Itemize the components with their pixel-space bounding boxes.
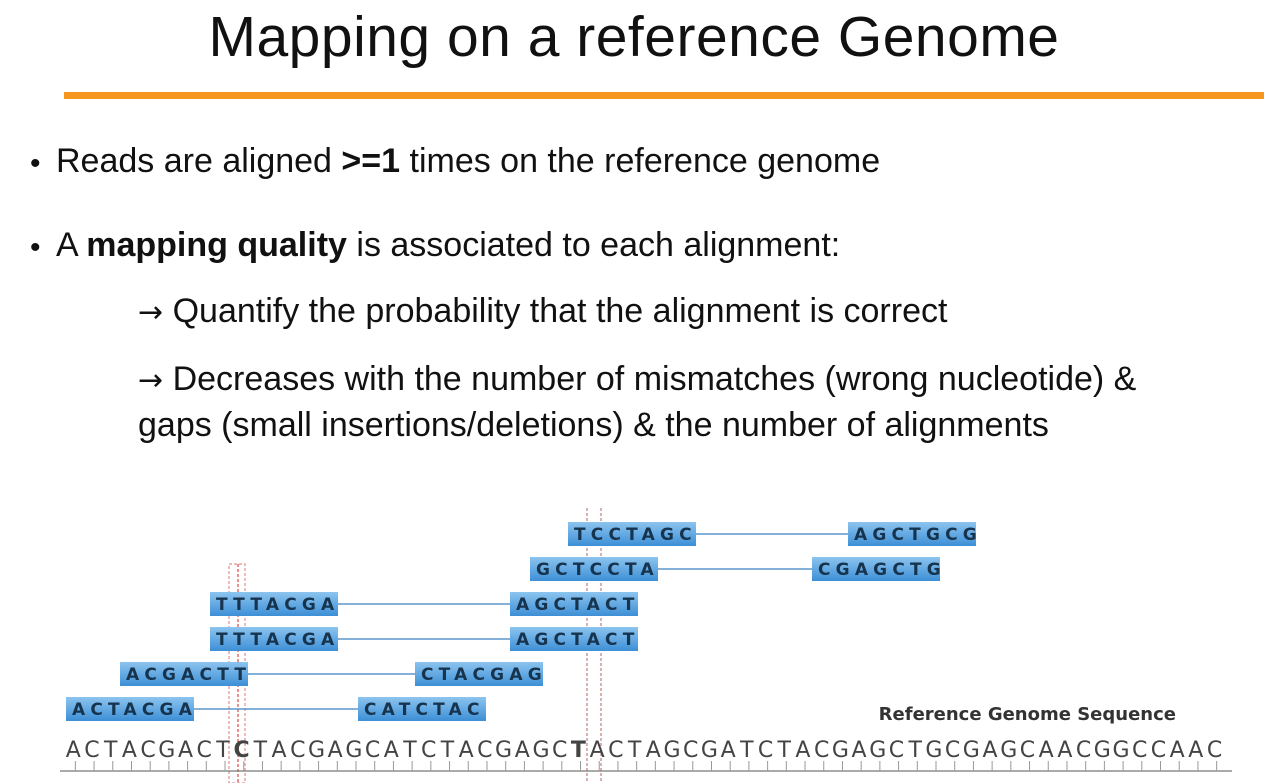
read-sequence: TTTACGA: [216, 630, 339, 650]
read-sequence: AGCTACT: [516, 595, 640, 615]
reference-base: T: [739, 738, 758, 763]
reference-base: C: [1151, 738, 1171, 763]
title-underline: [64, 92, 1264, 99]
reference-base: C: [197, 738, 217, 763]
reference-base: A: [983, 738, 1002, 763]
reference-base: C: [1207, 738, 1227, 763]
reference-base: A: [122, 738, 141, 763]
reference-base: A: [459, 738, 478, 763]
reference-base: A: [852, 738, 871, 763]
bullet-marker: •: [30, 147, 41, 180]
reference-base: G: [495, 738, 516, 763]
reference-base: C: [683, 738, 703, 763]
page-title: Mapping on a reference Genome: [208, 5, 1060, 69]
reference-base: G: [832, 738, 853, 763]
reference-base: A: [795, 738, 814, 763]
read-sequence: ACGACTT: [126, 665, 251, 685]
reference-base: T: [215, 738, 234, 763]
reference-base: A: [384, 738, 403, 763]
reference-base: A: [646, 738, 665, 763]
reference-base: A: [515, 738, 534, 763]
read-sequence: CGAGCTG: [818, 560, 946, 580]
reference-base: T: [907, 738, 926, 763]
reference-base: A: [328, 738, 347, 763]
reference-base: A: [721, 738, 740, 763]
reference-base: G: [869, 738, 890, 763]
reference-base: C: [945, 738, 965, 763]
sub-bullet-decreases-cont: gaps (small insertions/deletions) & the …: [138, 406, 1049, 444]
read-alignment-diagram: TCCTAGC AGCTGCGGCTCCTA CGAGCTGTTTACGA AGCTA…: [60, 508, 1232, 783]
right-arrow-icon: →: [138, 295, 164, 330]
reference-base: A: [1170, 738, 1189, 763]
reference-base: T: [103, 738, 122, 763]
reference-base: A: [1039, 738, 1058, 763]
reference-base: G: [701, 738, 722, 763]
read-sequence: ACTACGA: [72, 700, 197, 720]
reference-base: A: [272, 738, 291, 763]
bullet-mapping-quality: A mapping quality is associated to each …: [56, 226, 841, 264]
reference-base: G: [925, 738, 946, 763]
reference-base: C: [889, 738, 909, 763]
read-sequence: CTACGAG: [421, 665, 547, 685]
reference-base: G: [963, 738, 984, 763]
reference-base: C: [552, 738, 572, 763]
reference-base: C: [140, 738, 160, 763]
reference-base: C: [1020, 738, 1040, 763]
reference-base: G: [532, 738, 553, 763]
reference-base: A: [590, 738, 609, 763]
read-sequence: CATCTAC: [364, 700, 485, 720]
reference-base: G: [158, 738, 179, 763]
read-sequence: TCCTAGC: [574, 525, 697, 545]
reference-base: C: [1076, 738, 1096, 763]
reference-label: Reference Genome Sequence: [879, 704, 1176, 725]
reference-base: A: [178, 738, 197, 763]
reference-base: G: [663, 738, 684, 763]
reference-base: T: [402, 738, 421, 763]
reference-base: A: [1057, 738, 1076, 763]
reference-base: C: [84, 738, 104, 763]
sub-bullet-quantify: → Quantify the probability that the alig…: [138, 292, 948, 330]
read-sequence: AGCTACT: [516, 630, 640, 650]
reference-base: A: [1188, 738, 1207, 763]
reference-base: T: [253, 738, 272, 763]
reference-base: G: [308, 738, 329, 763]
reference-base: C: [365, 738, 385, 763]
reference-base: C: [477, 738, 497, 763]
sub-bullet-decreases: → Decreases with the number of mismatche…: [138, 360, 1137, 398]
reference-base: A: [66, 738, 85, 763]
reference-base: C: [290, 738, 310, 763]
read-sequence: AGCTGCG: [854, 525, 982, 545]
reference-base: G: [345, 738, 366, 763]
reference-base: G: [1000, 738, 1021, 763]
reference-base: C: [234, 738, 254, 763]
bullet-aligned-times: Reads are aligned >=1 times on the refer…: [56, 142, 881, 180]
reference-base: T: [571, 738, 590, 763]
read-sequence: GCTCCTA: [536, 560, 659, 580]
reference-base: C: [421, 738, 441, 763]
reference-base: T: [777, 738, 796, 763]
reference-base: C: [608, 738, 628, 763]
reference-base: C: [1132, 738, 1152, 763]
reference-base: C: [814, 738, 834, 763]
reference-base: T: [627, 738, 646, 763]
reference-base: C: [758, 738, 778, 763]
right-arrow-icon: →: [138, 363, 164, 398]
read-sequence: TTTACGA: [216, 595, 339, 615]
bullet-marker: •: [30, 231, 41, 264]
reference-base: T: [440, 738, 459, 763]
reference-base: G: [1112, 738, 1133, 763]
